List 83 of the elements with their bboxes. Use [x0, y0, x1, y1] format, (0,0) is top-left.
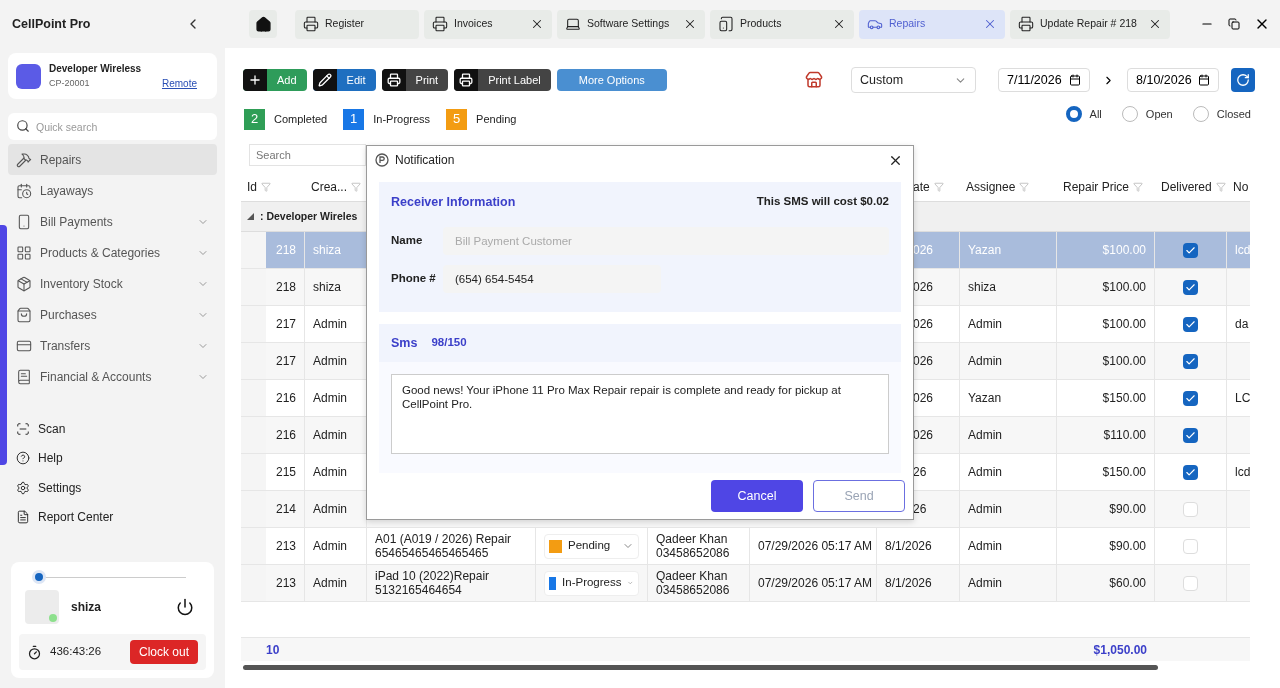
section-heading: Sms: [391, 334, 418, 352]
group-label: : Developer Wireles: [260, 208, 358, 224]
table-cell: Admin: [960, 306, 1057, 342]
nav-label: Layaways: [40, 182, 95, 200]
account-name: Developer Wireless: [49, 62, 143, 76]
table-cell: 213: [266, 528, 305, 564]
table-cell: $100.00: [1057, 269, 1155, 305]
table-cell: Yazan: [960, 380, 1057, 416]
tool-label: Help: [38, 450, 63, 468]
table-cell: Admin: [960, 343, 1057, 379]
table-cell: 214: [266, 491, 305, 527]
table-cell-text: lcd: [1235, 464, 1250, 481]
status-label: Completed: [274, 111, 328, 127]
tab-label: Update Repair # 218: [1040, 16, 1138, 32]
table-cell: 217: [266, 343, 305, 379]
character-count: 98/150: [431, 335, 467, 351]
price-total: $1,050.00: [1092, 641, 1148, 659]
table-cell: 8/1/2026: [877, 528, 960, 564]
tool-label: Settings: [38, 479, 82, 497]
nav-label: Transfers: [40, 337, 92, 355]
table-cell: 218: [266, 269, 305, 305]
table-cell: shiza: [960, 269, 1057, 305]
table-cell: Admin: [305, 528, 367, 564]
nav-label: Bill Payments: [40, 213, 114, 231]
table-cell: 218: [266, 232, 305, 268]
table-cell: $150.00: [1057, 454, 1155, 490]
table-cell: Admin: [960, 528, 1057, 564]
table-cell: A01 (A019 / 2026) Repair 65465465465465465: [367, 528, 536, 564]
table-cell-text: LC: [1235, 390, 1250, 407]
table-cell-text: lcd: [1235, 242, 1250, 259]
tab-label: Invoices: [454, 16, 494, 32]
table-cell: 216: [266, 380, 305, 416]
nav-label: Products & Categories: [40, 244, 162, 262]
table-cell: $100.00: [1057, 232, 1155, 268]
table-cell: 213: [266, 565, 305, 601]
nav-label: Purchases: [40, 306, 98, 324]
sms-cost: This SMS will cost $0.02: [756, 194, 889, 210]
tab-label: Software Settings: [587, 16, 671, 32]
tool-label: Report Center: [38, 509, 114, 527]
table-cell: $100.00: [1057, 343, 1155, 379]
table-cell-text: da: [1235, 316, 1249, 333]
app-title: CellPoint Pro: [12, 15, 91, 33]
tab-label: Repairs: [889, 16, 927, 32]
table-cell: 216: [266, 417, 305, 453]
table-cell: Admin: [960, 565, 1057, 601]
status-label: Pending: [476, 111, 517, 127]
tab-label: Products: [740, 16, 783, 32]
user-name: shiza: [71, 599, 102, 616]
table-cell: $90.00: [1057, 491, 1155, 527]
table-cell: $60.00: [1057, 565, 1155, 601]
table-cell: Admin: [960, 454, 1057, 490]
section-heading: Receiver Information: [391, 193, 516, 211]
table-cell: iPad 10 (2022)Repair 5132165464654: [367, 565, 536, 601]
dialog-title: Notification: [395, 152, 456, 169]
field-label: Phone #: [391, 271, 437, 287]
table-cell: 07/29/2026 05:17 AM: [750, 565, 877, 601]
field-label: Name: [391, 233, 424, 249]
table-cell: $150.00: [1057, 380, 1155, 416]
table-cell: $90.00: [1057, 528, 1155, 564]
count-badge: 1: [343, 108, 365, 130]
status-label: In-Progress: [373, 111, 431, 127]
table-cell: Admin: [305, 565, 367, 601]
table-cell: Yazan: [960, 232, 1057, 268]
table-cell: Qadeer Khan 03458652086: [648, 565, 750, 601]
table-cell: Admin: [960, 491, 1057, 527]
tab-label: Register: [325, 16, 366, 32]
account-code: CP-20001: [49, 76, 90, 90]
table-cell: 215: [266, 454, 305, 490]
timer-text: 436:43:26: [50, 644, 103, 660]
table-cell: 07/29/2026 05:17 AM: [750, 528, 877, 564]
count-badge: 2: [244, 108, 265, 130]
tool-label: Scan: [38, 420, 66, 438]
table-cell: 8/1/2026: [877, 565, 960, 601]
nav-label: Repairs: [40, 151, 83, 169]
table-cell: $110.00: [1057, 417, 1155, 453]
nav-label: Inventory Stock: [40, 275, 124, 293]
count-badge: 5: [446, 108, 468, 130]
table-cell: Qadeer Khan 03458652086: [648, 528, 750, 564]
nav-label: Financial & Accounts: [40, 368, 153, 386]
row-count: 10: [266, 641, 281, 659]
table-cell: Admin: [960, 417, 1057, 453]
table-cell: $100.00: [1057, 306, 1155, 342]
table-cell: 217: [266, 306, 305, 342]
